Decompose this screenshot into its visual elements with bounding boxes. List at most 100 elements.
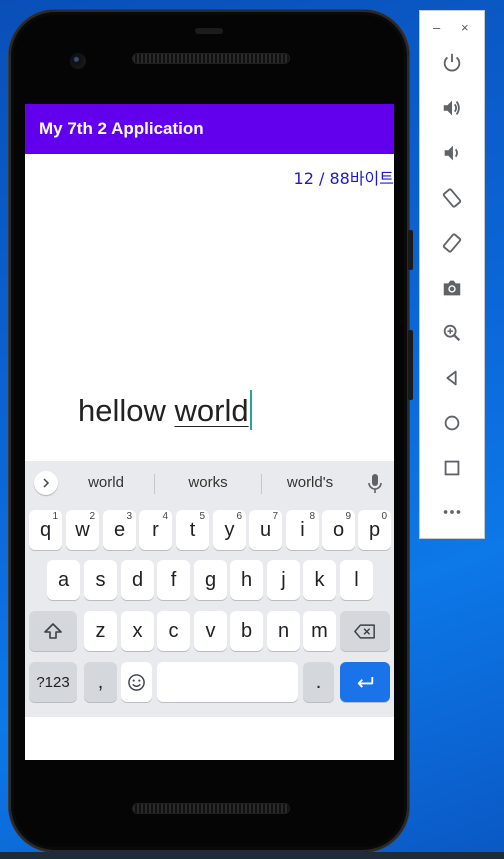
key-label: t [189, 518, 196, 541]
screenshot-button[interactable] [439, 275, 465, 301]
key-c[interactable]: c [157, 611, 190, 651]
key-label: w [75, 518, 90, 541]
power-side-button[interactable] [408, 230, 413, 270]
enter-key[interactable] [340, 662, 390, 702]
key-f[interactable]: f [157, 560, 190, 600]
overview-icon [444, 460, 460, 476]
rotate-left-button[interactable] [439, 185, 465, 211]
back-button[interactable] [439, 365, 465, 391]
key-label: i [300, 518, 305, 541]
space-key[interactable] [157, 662, 298, 702]
symbols-key[interactable]: ?123 [29, 662, 77, 702]
suggestion-1[interactable]: world [56, 474, 156, 491]
emulator-toolbar: – × [419, 10, 485, 539]
volume-down-button[interactable] [439, 140, 465, 166]
home-icon [444, 415, 460, 431]
key-m[interactable]: m [303, 611, 336, 651]
key-t[interactable]: t5 [176, 510, 209, 550]
volume-down-icon [444, 145, 458, 161]
text-input[interactable]: hellow world [78, 390, 252, 430]
rotate-left-icon [442, 188, 462, 208]
soft-keyboard: world works world's q1 w2 e3 r4 t5 y6 u7… [25, 461, 394, 717]
key-g[interactable]: g [194, 560, 227, 600]
power-button[interactable] [439, 50, 465, 76]
app-bar: My 7th 2 Application [25, 104, 394, 154]
key-label: q [39, 518, 52, 541]
key-hint: 7 [272, 511, 278, 522]
key-q[interactable]: q1 [29, 510, 62, 550]
emoji-key[interactable] [121, 662, 152, 702]
text-cursor [249, 390, 252, 430]
key-hint: 5 [199, 511, 205, 522]
key-label: r [152, 518, 159, 541]
navigation-bar-area [25, 717, 394, 760]
zoom-button[interactable] [439, 320, 465, 346]
suggestion-divider [154, 474, 155, 494]
key-v[interactable]: v [194, 611, 227, 651]
key-w[interactable]: w2 [66, 510, 99, 550]
home-button[interactable] [439, 410, 465, 436]
key-x[interactable]: x [121, 611, 154, 651]
rotate-right-button[interactable] [439, 230, 465, 256]
key-o[interactable]: o9 [322, 510, 355, 550]
more-button[interactable] [439, 499, 465, 525]
device-screen: My 7th 2 Application 12 / 88바이트 hellow w… [25, 104, 394, 760]
key-label: u [259, 518, 272, 541]
key-hint: 3 [126, 511, 132, 522]
volume-up-button[interactable] [439, 95, 465, 121]
shift-key[interactable] [29, 611, 77, 651]
front-camera [70, 53, 86, 69]
emoji-icon [128, 673, 145, 691]
key-a[interactable]: a [47, 560, 80, 600]
key-u[interactable]: u7 [249, 510, 282, 550]
enter-icon [357, 676, 374, 688]
microphone-icon[interactable] [366, 473, 384, 495]
app-title: My 7th 2 Application [39, 119, 204, 138]
key-j[interactable]: j [267, 560, 300, 600]
key-d[interactable]: d [121, 560, 154, 600]
key-hint: 0 [381, 511, 387, 522]
minimize-button[interactable]: – [433, 20, 440, 35]
suggestion-2[interactable]: works [158, 474, 258, 491]
composing-text: world [174, 393, 249, 428]
key-hint: 9 [345, 511, 351, 522]
earpiece-speaker [133, 54, 289, 63]
key-n[interactable]: n [267, 611, 300, 651]
backspace-icon [354, 623, 375, 639]
key-hint: 1 [52, 511, 58, 522]
key-label: o [332, 518, 345, 541]
overview-button[interactable] [439, 455, 465, 481]
comma-key[interactable]: , [84, 662, 117, 702]
key-p[interactable]: p0 [358, 510, 391, 550]
key-r[interactable]: r4 [139, 510, 172, 550]
key-label: p [368, 518, 381, 541]
key-k[interactable]: k [303, 560, 336, 600]
key-e[interactable]: e3 [103, 510, 136, 550]
key-z[interactable]: z [84, 611, 117, 651]
key-b[interactable]: b [230, 611, 263, 651]
key-l[interactable]: l [340, 560, 373, 600]
key-i[interactable]: i8 [286, 510, 319, 550]
volume-side-button[interactable] [408, 330, 413, 400]
input-text: hellow [78, 393, 175, 428]
close-button[interactable]: × [461, 20, 469, 35]
key-s[interactable]: s [84, 560, 117, 600]
rotate-right-icon [442, 233, 462, 253]
suggestion-3[interactable]: world's [260, 474, 360, 491]
desktop-taskbar-edge [0, 852, 504, 859]
bottom-speaker [133, 804, 289, 813]
backspace-key[interactable] [340, 611, 390, 651]
shift-icon [44, 623, 62, 639]
key-h[interactable]: h [230, 560, 263, 600]
key-hint: 8 [309, 511, 315, 522]
key-y[interactable]: y6 [213, 510, 246, 550]
phone-sensor [195, 28, 223, 34]
zoom-icon [443, 324, 461, 342]
period-key[interactable]: . [303, 662, 334, 702]
expand-suggestions-button[interactable] [34, 471, 58, 495]
key-hint: 4 [162, 511, 168, 522]
key-label: y [224, 518, 235, 541]
volume-up-icon [443, 100, 460, 116]
key-label: e [113, 518, 126, 541]
back-icon [446, 370, 457, 386]
